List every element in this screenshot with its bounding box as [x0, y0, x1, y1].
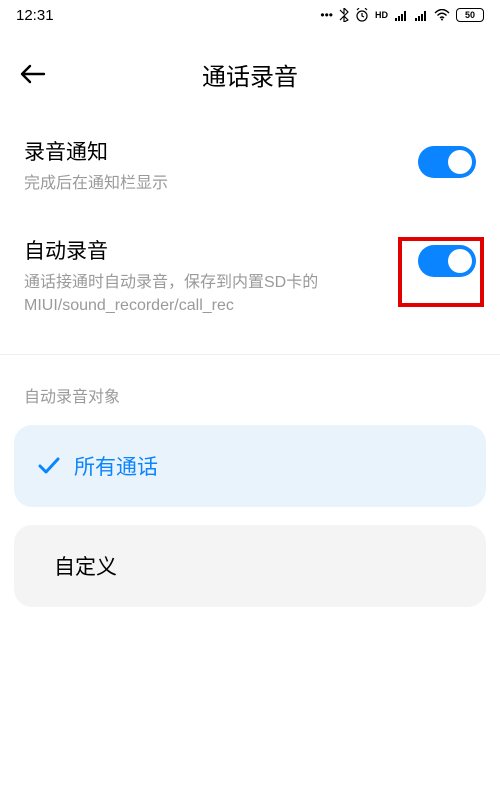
setting-notify[interactable]: 录音通知 完成后在通知栏显示 [0, 118, 500, 217]
arrow-left-icon [20, 64, 46, 84]
battery-level: 50 [465, 10, 475, 20]
hd-indicator: HD [375, 10, 388, 20]
setting-notify-sub: 完成后在通知栏显示 [24, 172, 402, 195]
alarm-icon [355, 8, 369, 22]
setting-auto[interactable]: 自动录音 通话接通时自动录音，保存到内置SD卡的MIUI/sound_recor… [0, 217, 500, 339]
setting-auto-title: 自动录音 [24, 235, 402, 265]
battery-icon: 50 [456, 8, 484, 22]
status-bar: 12:31 ••• HD 50 [0, 0, 500, 30]
page-title: 通话录音 [60, 57, 440, 92]
status-indicators: ••• HD 50 [320, 8, 484, 22]
option-custom[interactable]: 自定义 [14, 525, 486, 607]
bluetooth-icon [339, 8, 349, 22]
signal-icon-1 [394, 10, 408, 21]
back-button[interactable] [20, 54, 60, 94]
status-time-area: 12:31 [16, 7, 54, 24]
toggle-auto[interactable] [418, 245, 476, 277]
target-options: 所有通话 自定义 [0, 425, 500, 607]
toggle-notify[interactable] [418, 146, 476, 178]
signal-icon-2 [414, 10, 428, 21]
check-icon [38, 457, 60, 475]
more-icon: ••• [320, 8, 333, 22]
option-custom-label: 自定义 [54, 551, 117, 581]
header: 通话录音 [0, 30, 500, 118]
section-target-label: 自动录音对象 [0, 355, 500, 425]
setting-auto-sub: 通话接通时自动录音，保存到内置SD卡的MIUI/sound_recorder/c… [24, 271, 402, 317]
wifi-icon [434, 9, 450, 21]
status-time: 12:31 [16, 7, 54, 24]
option-all-label: 所有通话 [74, 451, 158, 481]
setting-notify-title: 录音通知 [24, 136, 402, 166]
setting-notify-text: 录音通知 完成后在通知栏显示 [24, 136, 402, 195]
option-all-calls[interactable]: 所有通话 [14, 425, 486, 507]
setting-auto-text: 自动录音 通话接通时自动录音，保存到内置SD卡的MIUI/sound_recor… [24, 235, 402, 317]
